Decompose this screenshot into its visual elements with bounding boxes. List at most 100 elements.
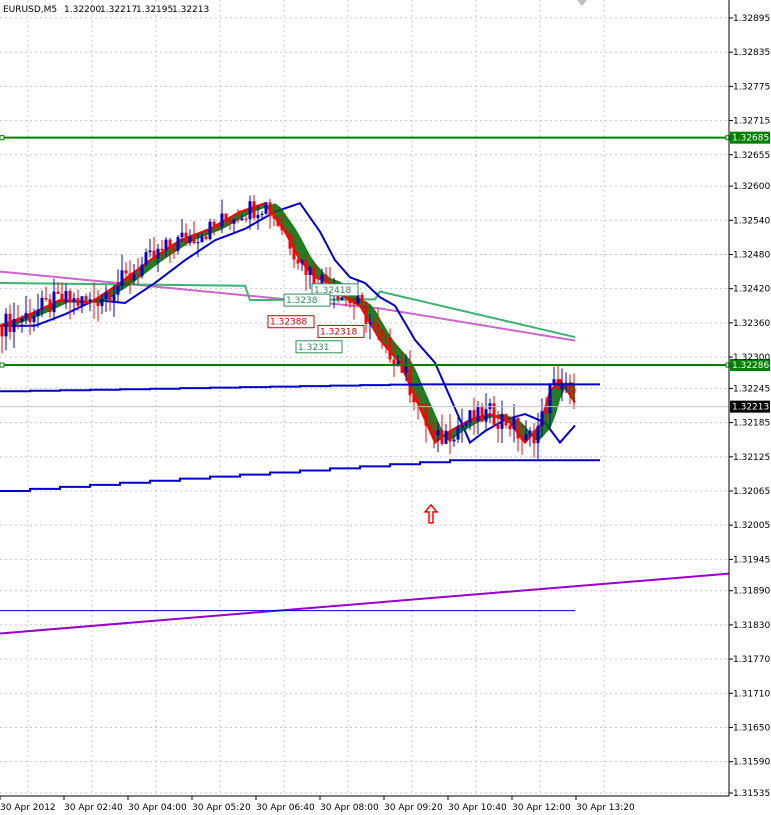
price-tag-label: 1.32318 — [320, 327, 357, 337]
candle-body — [324, 274, 328, 284]
candle-body — [188, 236, 192, 243]
candle-body — [156, 248, 160, 259]
x-tick-label: 30 Apr 08:00 — [320, 803, 379, 813]
candle-body — [512, 418, 516, 430]
candle-body — [88, 299, 92, 302]
candle-body — [348, 298, 352, 304]
candle-body — [144, 252, 148, 265]
candle-body — [196, 242, 200, 244]
candle-body — [44, 297, 48, 300]
candle-body — [436, 430, 440, 436]
candle-body — [148, 250, 152, 253]
candle-body — [460, 425, 464, 427]
candle-body — [360, 294, 364, 303]
candle-body — [120, 270, 124, 287]
x-tick-label: 30 Apr 10:40 — [448, 803, 507, 813]
y-tick-label: 1.32420 — [733, 285, 770, 295]
candle-body — [572, 388, 576, 393]
candle-body — [480, 406, 484, 422]
candle-body — [472, 410, 476, 421]
candle-body — [352, 303, 356, 305]
y-tick-label: 1.32775 — [733, 82, 770, 92]
candle-body — [180, 232, 184, 238]
candle-body — [380, 330, 384, 337]
candle-body — [528, 430, 532, 435]
candle-body — [252, 201, 256, 218]
candle-body — [60, 293, 64, 302]
x-tick-label: 30 Apr 06:40 — [256, 803, 315, 813]
candle-body — [476, 406, 480, 421]
candle-body — [504, 413, 508, 426]
candle-body — [212, 221, 216, 226]
candle-body — [532, 430, 536, 444]
y-tick-label: 1.31650 — [733, 723, 770, 733]
candle-body — [232, 219, 236, 224]
candle-body — [428, 425, 432, 430]
candle-body — [500, 413, 504, 429]
candle-body — [456, 426, 460, 440]
y-tick-label: 1.32895 — [733, 14, 770, 24]
candle-body — [8, 313, 12, 333]
candle-body — [464, 422, 468, 426]
candle-body — [544, 411, 548, 414]
ohlc-close: 1.32213 — [172, 5, 209, 15]
candle-body — [376, 324, 380, 331]
x-tick-label: 30 Apr 02:40 — [64, 803, 123, 813]
price-tag-label: 1.3231 — [298, 343, 330, 353]
x-tick-label: 30 Apr 09:20 — [384, 803, 443, 813]
candle-body — [80, 296, 84, 306]
level-label: 1.32685 — [732, 134, 769, 144]
candle-body — [200, 236, 204, 243]
candle-body — [76, 298, 80, 306]
y-tick-label: 1.32480 — [733, 250, 770, 260]
price-chart[interactable]: 1.322131.326851.32286 1.328951.328351.32… — [0, 0, 771, 815]
candle-body — [72, 298, 76, 303]
candle-body — [372, 322, 376, 325]
candle-body — [160, 248, 164, 251]
candle-body — [48, 299, 52, 313]
candle-body — [424, 403, 428, 426]
candle-body — [404, 366, 408, 373]
candle-body — [416, 402, 420, 404]
chart-background — [0, 0, 771, 815]
y-tick-label: 1.32655 — [733, 151, 770, 161]
x-tick-label: 30 Apr 12:00 — [512, 803, 571, 813]
candle-body — [524, 434, 528, 441]
y-tick-label: 1.31945 — [733, 555, 770, 565]
candle-body — [192, 236, 196, 244]
candle-body — [468, 410, 472, 423]
candle-body — [280, 225, 284, 231]
symbol-label: EURUSD,M5 — [3, 5, 57, 15]
candle-body — [164, 239, 168, 251]
candle-body — [340, 297, 344, 300]
candle-body — [432, 429, 436, 436]
candle-body — [40, 297, 44, 310]
candle-body — [28, 312, 32, 322]
candle-body — [52, 291, 56, 313]
candle-body — [516, 418, 520, 439]
candle-body — [444, 430, 448, 444]
y-tick-label: 1.31590 — [733, 758, 770, 768]
y-tick-label: 1.31890 — [733, 587, 770, 597]
candle-body — [56, 291, 60, 294]
candle-body — [108, 292, 112, 302]
candle-body — [172, 247, 176, 251]
candle-body — [240, 218, 244, 221]
candle-body — [128, 273, 132, 281]
candle-body — [420, 403, 424, 405]
x-tick-label: 30 Apr 05:20 — [192, 803, 251, 813]
candle-body — [548, 384, 552, 414]
candle-body — [400, 360, 404, 373]
candle-body — [520, 438, 524, 441]
candle-body — [100, 298, 104, 306]
y-tick-label: 1.31830 — [733, 621, 770, 631]
candle-body — [4, 313, 8, 337]
y-tick-label: 1.32360 — [733, 319, 770, 329]
y-tick-label: 1.32245 — [733, 384, 770, 394]
candle-body — [288, 233, 292, 249]
level-anchor — [0, 135, 5, 141]
candle-body — [300, 260, 304, 264]
ohlc-open: 1.32200 — [64, 5, 101, 15]
price-tag-label: 1.32388 — [270, 318, 307, 328]
candle-body — [184, 232, 188, 243]
